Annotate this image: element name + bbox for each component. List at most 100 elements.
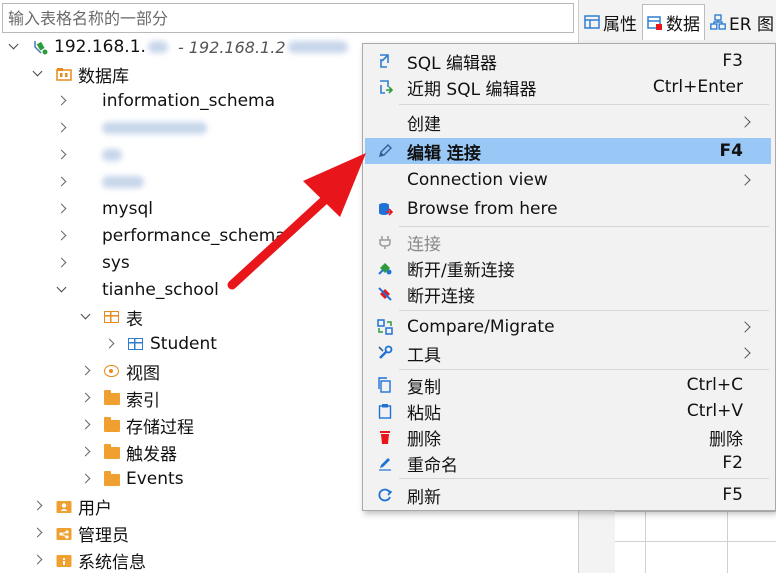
- menu-label: 粘贴: [407, 403, 441, 424]
- menu-item-create[interactable]: 创建: [365, 109, 771, 135]
- redacted-text: [147, 41, 168, 53]
- chevron-right-icon[interactable]: [56, 95, 67, 106]
- menu-label: SQL 编辑器: [407, 53, 498, 74]
- pencil-icon: [377, 143, 393, 159]
- search-input[interactable]: [3, 4, 573, 32]
- table-icon: [128, 336, 144, 352]
- menu-item-refresh[interactable]: 刷新 F5: [365, 482, 771, 508]
- menu-item-sql-editor[interactable]: SQL 编辑器 F3: [365, 48, 771, 74]
- tree-label-users: 用户: [78, 498, 112, 519]
- chevron-right-icon[interactable]: [56, 257, 67, 268]
- menu-shortcut: 删除: [709, 429, 743, 450]
- menu-item-edit-connection[interactable]: 编辑 连接 F4: [365, 138, 771, 164]
- tree-item-admin[interactable]: 管理员: [32, 520, 129, 546]
- folder-icon: [104, 444, 120, 460]
- chevron-right-icon[interactable]: [32, 500, 43, 511]
- menu-item-delete[interactable]: 删除 删除: [365, 424, 771, 450]
- search-box[interactable]: [2, 3, 574, 33]
- tree-item-connection[interactable]: 192.168.1. - 192.168.1.2: [8, 34, 348, 60]
- tab-properties[interactable]: 属性: [579, 4, 642, 40]
- chevron-right-icon[interactable]: [80, 446, 91, 457]
- chevron-down-icon[interactable]: [56, 282, 67, 293]
- chevron-right-icon[interactable]: [56, 176, 67, 187]
- tree-item-database[interactable]: mysql: [56, 196, 153, 222]
- chevron-right-icon[interactable]: [80, 365, 91, 376]
- redacted-text: [102, 176, 144, 188]
- connection-description: - 192.168.1.2: [177, 37, 286, 57]
- rename-icon: [377, 455, 393, 471]
- menu-item-browse-from-here[interactable]: Browse from here: [365, 196, 771, 222]
- chevron-down-icon[interactable]: [80, 309, 91, 320]
- menu-label: 断开/重新连接: [407, 260, 515, 281]
- menu-item-rename[interactable]: 重命名 F2: [365, 450, 771, 476]
- menu-item-reconnect[interactable]: 断开/重新连接: [365, 255, 771, 281]
- copy-icon: [377, 377, 393, 393]
- redacted-text: [102, 122, 207, 134]
- tree-item-databases[interactable]: 数据库: [32, 61, 129, 87]
- tree-item-triggers[interactable]: 触发器: [80, 439, 177, 465]
- tree-item-events[interactable]: Events: [80, 466, 184, 492]
- menu-label: 断开连接: [407, 286, 475, 307]
- tree-item-tianhe-school[interactable]: tianhe_school: [56, 277, 219, 303]
- menu-shortcut: Ctrl+V: [686, 401, 743, 421]
- menu-item-connect[interactable]: 连接: [365, 229, 771, 255]
- menu-shortcut: F3: [722, 51, 743, 71]
- submenu-arrow-icon: [739, 116, 751, 128]
- tree-item-tables[interactable]: 表: [80, 304, 143, 330]
- menu-item-disconnect[interactable]: 断开连接: [365, 281, 771, 307]
- tree-item-database[interactable]: sys: [56, 250, 130, 276]
- tree-item-views[interactable]: 视图: [80, 358, 160, 384]
- menu-item-connection-view[interactable]: Connection view: [365, 167, 771, 193]
- tree-item-indexes[interactable]: 索引: [80, 385, 160, 411]
- tree-item-sysinfo[interactable]: 系统信息: [32, 547, 146, 573]
- tree-label-database: mysql: [102, 199, 153, 219]
- menu-label: 创建: [407, 114, 441, 135]
- paste-icon: [377, 403, 393, 419]
- chevron-right-icon[interactable]: [80, 392, 91, 403]
- menu-item-recent-sql-editor[interactable]: 近期 SQL 编辑器 Ctrl+Enter: [365, 74, 771, 100]
- tree-item-database-redacted[interactable]: [56, 142, 122, 168]
- tree-item-database[interactable]: information_schema: [56, 88, 276, 114]
- chevron-right-icon[interactable]: [32, 554, 43, 565]
- tab-er-diagram[interactable]: ER 图: [705, 4, 776, 40]
- chevron-right-icon[interactable]: [104, 338, 115, 349]
- tree-item-users[interactable]: 用户: [32, 493, 112, 519]
- chevron-right-icon[interactable]: [56, 203, 67, 214]
- browse-icon: [377, 201, 394, 217]
- tree-label-indexes: 索引: [126, 390, 160, 411]
- tree-label-events: Events: [126, 469, 184, 489]
- tree-label-databases: 数据库: [78, 66, 129, 87]
- menu-item-tools[interactable]: 工具: [365, 340, 771, 366]
- tree-item-table-student[interactable]: Student: [104, 331, 217, 357]
- chevron-right-icon[interactable]: [56, 230, 67, 241]
- plug-icon: [377, 234, 393, 250]
- tree-item-procedures[interactable]: 存储过程: [80, 412, 194, 438]
- tables-icon: [104, 309, 120, 325]
- menu-item-compare-migrate[interactable]: Compare/Migrate: [365, 314, 771, 340]
- chevron-down-icon[interactable]: [32, 66, 43, 77]
- tree-label-database: tianhe_school: [102, 280, 219, 300]
- tree-item-database-redacted[interactable]: [56, 115, 207, 141]
- chevron-right-icon[interactable]: [80, 473, 91, 484]
- delete-icon: [377, 429, 393, 445]
- tree-item-database[interactable]: performance_schema: [56, 223, 286, 249]
- tree-item-database-redacted[interactable]: [56, 169, 144, 195]
- chevron-right-icon[interactable]: [80, 419, 91, 430]
- menu-separator: [399, 104, 769, 105]
- menu-label: 连接: [407, 234, 441, 255]
- tab-data[interactable]: 数据: [642, 4, 705, 40]
- database-icon: [80, 147, 96, 163]
- menu-item-copy[interactable]: 复制 Ctrl+C: [365, 372, 771, 398]
- chevron-right-icon[interactable]: [32, 527, 43, 538]
- database-icon: [80, 228, 96, 244]
- tree-label-database: information_schema: [102, 91, 276, 111]
- chevron-right-icon[interactable]: [56, 122, 67, 133]
- menu-label: 编辑 连接: [407, 143, 481, 164]
- data-icon: [647, 15, 663, 31]
- admin-folder-icon: [56, 525, 72, 541]
- chevron-right-icon[interactable]: [56, 149, 67, 160]
- chevron-down-icon[interactable]: [8, 39, 19, 50]
- menu-label: 刷新: [407, 487, 441, 508]
- compare-icon: [377, 319, 393, 335]
- menu-item-paste[interactable]: 粘贴 Ctrl+V: [365, 398, 771, 424]
